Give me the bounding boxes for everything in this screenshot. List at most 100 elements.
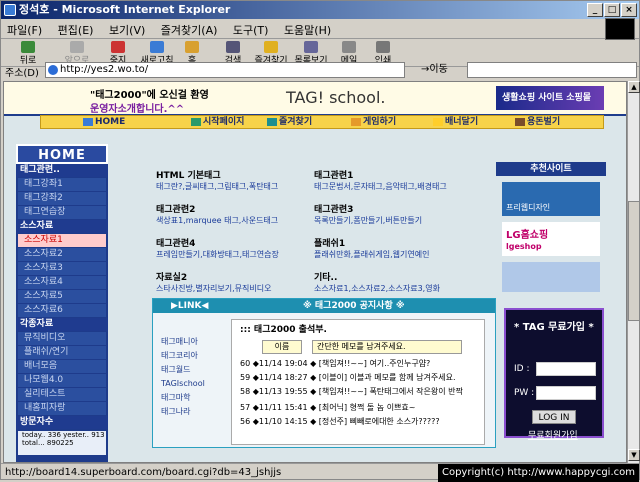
scroll-thumb[interactable] [628, 201, 640, 321]
link-header: ▶LINK◀ [171, 301, 209, 311]
go-button[interactable]: →이동 [421, 62, 461, 78]
star-icon [267, 117, 277, 126]
sidebar-home-logo[interactable]: HOME [16, 144, 108, 164]
vertical-scrollbar[interactable]: ▲ ▼ [627, 81, 640, 463]
sidebar-item-namo[interactable]: 나모웹4.0 [18, 374, 106, 387]
cat-archive2: 자료실2 스타사진방,별자리보기,뮤직비디오 [156, 273, 272, 293]
sidebar-item-test[interactable]: 실리테스트 [18, 388, 106, 401]
nav-start-page[interactable]: 시작페이지 [191, 116, 244, 128]
board-row[interactable]: 59 ◆11/14 18:27 ◆ [이블이] 이블과 메모를 함께 남겨주세요… [240, 372, 455, 384]
link-item-6[interactable]: 태그나라 [161, 407, 221, 417]
left-sidebar: HOME 태그관련.. 태그강좌1 태그강좌2 태그연습장 소스자료 소스자료1… [16, 144, 108, 462]
link-item-5[interactable]: 태그마학 [161, 393, 221, 403]
sidebar-section-visitors: 방문자수 [16, 416, 108, 429]
link-item-4[interactable]: TAGIschool [161, 379, 221, 389]
sidebar-item-tag2[interactable]: 태그강좌2 [18, 192, 106, 205]
sidebar-item-flash[interactable]: 플래쉬/연기 [18, 346, 106, 359]
cat-other: 기타.. 소스자료1,소스자료2,소스자료3,영화 [314, 273, 440, 293]
menu-file[interactable]: 파일(F) [1, 19, 48, 41]
close-button[interactable]: × [621, 3, 637, 17]
sidebar-item-source6[interactable]: 소스자료6 [18, 304, 106, 317]
copyright-text: Copyright(c) http://www.happycgi.com [437, 464, 639, 482]
favorites-icon [264, 41, 278, 53]
banner-icon [433, 117, 443, 126]
nav-games[interactable]: 게임하기 [351, 116, 396, 128]
link-item-2[interactable]: 태그코리아 [161, 351, 221, 361]
money-icon [515, 117, 525, 126]
sidebar-item-source1[interactable]: 소스자료1 [18, 234, 106, 247]
login-button[interactable]: LOG IN [532, 410, 576, 424]
sidebar-item-source4[interactable]: 소스자료4 [18, 276, 106, 289]
name-input[interactable]: 이름 [262, 340, 302, 354]
back-arrow-icon [21, 41, 35, 53]
search-icon [226, 41, 240, 53]
recommend-lg-banner[interactable]: LG홈쇼핑 lgeshop [502, 222, 600, 256]
board-row[interactable]: 58 ◆11/13 19:55 ◆ [책임져!!~~] 폭탄태그에서 작은왕이 … [240, 386, 463, 398]
scroll-down-icon[interactable]: ▼ [628, 449, 640, 461]
recommend-sites: 추천사이트 프리웹디자인 LG홈쇼핑 lgeshop [496, 162, 606, 292]
recommend-third-banner[interactable] [502, 262, 600, 292]
address-label: 주소(D) [5, 68, 39, 79]
id-label: ID : [514, 364, 530, 374]
board-title: ::: 태그2000 출석부. [240, 325, 327, 335]
menu-favorites[interactable]: 즐겨찾기(A) [155, 19, 224, 41]
join-link[interactable]: 무료회원가입 [528, 428, 578, 441]
admin-intro-link[interactable]: 운영자소개합니다.^^ [90, 100, 184, 115]
scroll-up-icon[interactable]: ▲ [628, 81, 640, 93]
nav-earn-money[interactable]: 용돈벌기 [515, 116, 560, 128]
refresh-icon [150, 41, 164, 53]
address-input[interactable]: http://yes2.wo.to/ [45, 62, 405, 78]
maximize-button[interactable]: □ [604, 3, 620, 17]
menu-view[interactable]: 보기(V) [103, 19, 151, 41]
link-item-3[interactable]: 태그월드 [161, 365, 221, 375]
page-viewport: "태그2000"에 오신걸 환영 운영자소개합니다.^^ TAG! school… [3, 81, 627, 463]
attendance-board: ::: 태그2000 출석부. 이름 간단한 메모를 남겨주세요. 60 ◆11… [231, 319, 485, 445]
notice-title: ※ 태그2000 공지사항 ※ [303, 301, 405, 311]
cat-tag2: 태그관련2 색상표1,marquee 태그,사운드태그 [156, 205, 279, 225]
board-row[interactable]: 57 ◆11/11 15:41 ◆ [최어닉] 형쩍 돌 놈 이쁘효~ [240, 402, 415, 414]
menu-edit[interactable]: 편집(E) [52, 19, 100, 41]
nav-home[interactable]: HOME [83, 116, 125, 128]
print-icon [376, 41, 390, 53]
login-box: * TAG 무료가입 * ID : PW : LOG IN 무료회원가입 [504, 308, 604, 441]
cat-html-basic: HTML 기본태그 태그란?,글씨태그,그림태그,폭탄태그 [156, 171, 279, 191]
history-icon [304, 41, 318, 53]
pw-input[interactable] [536, 386, 596, 400]
sidebar-item-tag-practice[interactable]: 태그연습장 [18, 206, 106, 219]
home-icon [185, 41, 199, 53]
lg-sub: lgeshop [506, 242, 542, 251]
menu-tools[interactable]: 도구(T) [227, 19, 275, 41]
board-row[interactable]: 60 ◆11/14 19:04 ◆ [책임져!!~~] 여기..주인누구얌? [240, 358, 430, 370]
cat-tag3: 태그관련3 목록만들기,폼만들기,버튼만들기 [314, 205, 423, 225]
notice-panel: ▶LINK◀ ※ 태그2000 공지사항 ※ 태그매니아 태그코리아 태그월드 T… [152, 298, 496, 448]
sidebar-item-source5[interactable]: 소스자료5 [18, 290, 106, 303]
nav-favorites[interactable]: 즐겨찾기 [267, 116, 312, 128]
nav-banner[interactable]: 배너달기 [433, 116, 478, 128]
lg-name: LG홈쇼핑 [506, 230, 549, 241]
site-brand: TAG! school. [286, 88, 386, 107]
sidebar-section-misc: 각종자료 [16, 318, 108, 331]
sidebar-item-source3[interactable]: 소스자료3 [18, 262, 106, 275]
menu-help[interactable]: 도움말(H) [278, 19, 337, 41]
cat-tag4: 태그관련4 프레임만들기,대화방태그,태그연습장 [156, 239, 279, 259]
recommend-freeweb-banner[interactable]: 프리웹디자인 [502, 182, 600, 216]
cat-flash1: 플래쉬1 플래쉬만화,플래쉬게임,웹기연예인 [314, 239, 430, 259]
sidebar-item-tag1[interactable]: 태그강좌1 [18, 178, 106, 191]
board-row[interactable]: 56 ◆11/10 14:15 ◆ [정선주] 삐빼로에대한 소스가????? [240, 416, 440, 428]
house-icon [191, 117, 201, 126]
address-bar: 주소(D) http://yes2.wo.to/ →이동 [1, 61, 639, 79]
sidebar-item-homepage-show[interactable]: 내홈피자랑 [18, 402, 106, 415]
id-input[interactable] [536, 362, 596, 376]
memo-input[interactable]: 간단한 메모를 남겨주세요. [312, 340, 462, 354]
status-bar: http://board14.superboard.com/board.cgi?… [1, 463, 639, 482]
shopping-logo-banner[interactable]: 생활쇼핑 사이트 소핑몰 [496, 86, 604, 110]
page-icon [48, 65, 58, 75]
sidebar-section-source: 소스자료 [16, 220, 108, 233]
links-field[interactable] [467, 62, 637, 78]
sidebar-item-source2[interactable]: 소스자료2 [18, 248, 106, 261]
title-bar: 정석호 - Microsoft Internet Explorer _ □ × [1, 1, 639, 19]
sidebar-item-banners[interactable]: 배너모음 [18, 360, 106, 373]
sidebar-item-music-video[interactable]: 뮤직비디오 [18, 332, 106, 345]
link-item-1[interactable]: 태그매니아 [161, 337, 221, 347]
minimize-button[interactable]: _ [587, 3, 603, 17]
